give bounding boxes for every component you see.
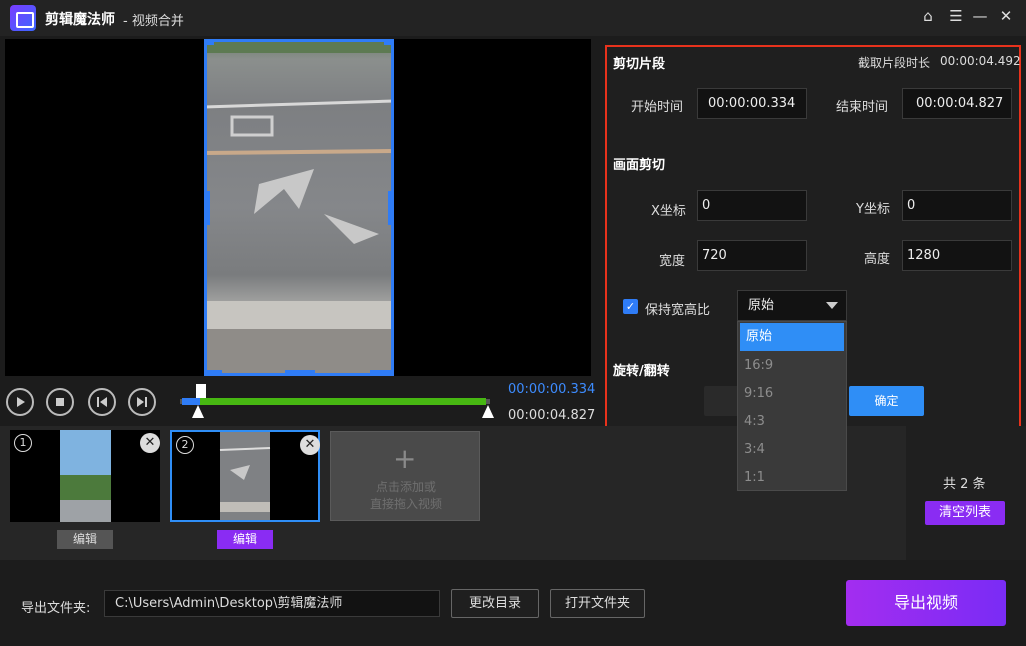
ratio-dropdown[interactable]: 原始 16:9 9:16 4:3 3:4 1:1 — [737, 321, 847, 491]
window-subtitle: - 视频合并 — [123, 14, 184, 29]
crop-handle-tr[interactable] — [384, 39, 394, 45]
start-time-field[interactable]: 00:00:00.334 — [697, 88, 807, 119]
clip-count: 共 2 条 — [943, 477, 986, 492]
add-video-area[interactable]: + 点击添加或 直接拖入视频 — [330, 431, 480, 521]
cut-section-title: 剪切片段 — [613, 57, 666, 72]
end-time-label: 结束时间 — [836, 100, 889, 115]
clear-list-button[interactable]: 清空列表 — [925, 501, 1005, 525]
height-field[interactable]: 1280 — [902, 240, 1012, 271]
crop-handle-right[interactable] — [388, 191, 394, 225]
step-back-icon — [97, 397, 107, 407]
duration-label: 截取片段时长 — [858, 56, 931, 70]
open-folder-button[interactable]: 打开文件夹 — [550, 589, 645, 618]
export-folder-label: 导出文件夹: — [21, 601, 91, 616]
current-time: 00:00:00.334 — [508, 382, 596, 397]
home-icon[interactable]: ⌂ — [918, 6, 938, 26]
end-time-field[interactable]: 00:00:04.827 — [902, 88, 1012, 119]
title-bar: 剪辑魔法师 - 视频合并 ⌂ ☰ ✕ — — [0, 0, 1026, 36]
stop-icon — [56, 398, 64, 406]
close-icon[interactable]: ✕ — [300, 435, 320, 455]
x-field[interactable]: 0 — [697, 190, 807, 221]
width-field[interactable]: 720 — [697, 240, 807, 271]
keep-ratio-label: 保持宽高比 — [645, 303, 711, 318]
clip-thumbnail-selected[interactable]: 2 ✕ — [170, 430, 320, 522]
clip-image — [60, 430, 111, 522]
menu-icon[interactable]: ☰ — [946, 6, 966, 26]
start-trim-handle[interactable] — [192, 405, 204, 418]
close-icon[interactable]: ✕ — [140, 433, 160, 453]
crop-frame[interactable] — [204, 39, 394, 376]
duration-value: 00:00:04.492 — [940, 54, 1021, 68]
timeline-selection[interactable] — [200, 398, 486, 405]
add-hint-line1: 点击添加或 — [375, 480, 436, 494]
export-folder-field[interactable]: C:\Users\Admin\Desktop\剪辑魔法师 — [104, 590, 440, 617]
height-label: 高度 — [864, 252, 891, 267]
timeline-played — [182, 398, 200, 405]
play-icon — [17, 397, 25, 407]
export-video-button[interactable]: 导出视频 — [846, 580, 1006, 626]
edit-button[interactable]: 编辑 — [57, 530, 113, 549]
end-trim-handle[interactable] — [482, 405, 494, 418]
ratio-select[interactable]: 原始 — [737, 290, 847, 321]
clip-thumbnail[interactable]: 1 ✕ — [10, 430, 160, 522]
y-field[interactable]: 0 — [902, 190, 1012, 221]
end-time: 00:00:04.827 — [508, 408, 596, 423]
clip-summary — [906, 426, 1026, 560]
rotate-section-title: 旋转/翻转 — [613, 364, 670, 379]
ratio-option[interactable]: 9:16 — [738, 380, 846, 408]
prev-frame-button[interactable] — [88, 388, 116, 416]
ratio-select-value: 原始 — [748, 298, 775, 313]
app-name: 剪辑魔法师 — [45, 12, 115, 28]
play-button[interactable] — [6, 388, 34, 416]
x-label: X坐标 — [651, 204, 686, 219]
start-marker[interactable] — [196, 384, 206, 398]
crop-handle-bl[interactable] — [204, 370, 222, 376]
step-forward-icon — [137, 397, 147, 407]
confirm-button[interactable]: 确定 — [849, 386, 924, 416]
ratio-option[interactable]: 16:9 — [738, 352, 846, 380]
close-icon[interactable]: ✕ — [996, 6, 1016, 26]
next-frame-button[interactable] — [128, 388, 156, 416]
ratio-option[interactable]: 3:4 — [738, 436, 846, 464]
ratio-option[interactable]: 原始 — [740, 323, 844, 351]
add-hint-line2: 直接拖入视频 — [369, 497, 442, 511]
clip-number: 2 — [176, 436, 194, 454]
keep-ratio-checkbox[interactable]: ✓ — [623, 299, 638, 314]
start-time-label: 开始时间 — [631, 100, 684, 115]
ratio-option[interactable]: 1:1 — [738, 464, 846, 492]
crop-handle-br[interactable] — [370, 370, 394, 376]
crop-handle-tl[interactable] — [204, 39, 214, 45]
stop-button[interactable] — [46, 388, 74, 416]
change-directory-button[interactable]: 更改目录 — [451, 589, 539, 618]
ratio-option[interactable]: 4:3 — [738, 408, 846, 436]
clip-number: 1 — [14, 434, 32, 452]
crop-handle-left[interactable] — [204, 191, 210, 225]
chevron-down-icon — [826, 302, 838, 309]
plus-icon: + — [393, 442, 417, 475]
crop-handle-bottom[interactable] — [285, 370, 315, 376]
crop-section-title: 画面剪切 — [613, 158, 666, 173]
y-label: Y坐标 — [856, 202, 890, 217]
width-label: 宽度 — [659, 254, 686, 269]
edit-button-active[interactable]: 编辑 — [217, 530, 273, 549]
minimize-icon[interactable]: — — [970, 6, 990, 26]
video-preview[interactable] — [5, 39, 591, 376]
app-logo-icon — [10, 5, 36, 31]
